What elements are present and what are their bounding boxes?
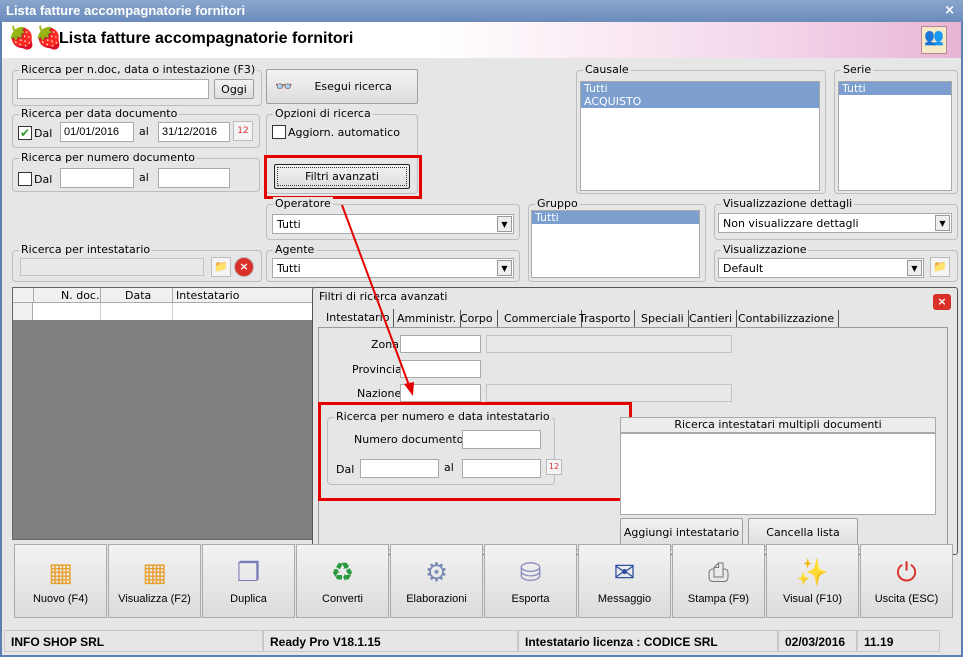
status-license: Intestatario licenza : CODICE SRL <box>518 630 778 652</box>
status-version: Ready Pro V18.1.15 <box>263 630 518 652</box>
printer-icon: ⎙ <box>708 558 729 588</box>
toolbar-button-uscita-esc[interactable]: ⏻ Uscita (ESC) <box>860 544 953 618</box>
toolbar-button-elaborazioni[interactable]: ⚙ Elaborazioni <box>390 544 483 618</box>
toolbar-button-converti[interactable]: ♻ Converti <box>296 544 389 618</box>
grid-check-icon: ▦ <box>142 558 167 588</box>
status-company: INFO SHOP SRL <box>4 630 263 652</box>
toolbar-button-messaggio[interactable]: ✉ Messaggio <box>578 544 671 618</box>
status-time: 11.19 <box>857 630 940 652</box>
toolbar-button-stampa-f9[interactable]: ⎙ Stampa (F9) <box>672 544 765 618</box>
toolbar-button-visualizza-f2[interactable]: ▦ Visualizza (F2) <box>108 544 201 618</box>
duplicate-icon: ❐ <box>236 558 261 588</box>
mail-icon: ✉ <box>613 558 636 588</box>
grid-add-icon: ▦ <box>48 558 73 588</box>
power-icon: ⏻ <box>896 558 917 588</box>
toolbar-button-label: Stampa (F9) <box>687 593 750 605</box>
gear-document-icon: ⚙ <box>424 558 449 588</box>
toolbar-button-label: Duplica <box>230 593 267 605</box>
database-export-icon: ⛁ <box>519 558 542 588</box>
toolbar-button-visual-f10[interactable]: ✨ Visual (F10) <box>766 544 859 618</box>
magic-wand-icon: ✨ <box>796 558 829 588</box>
toolbar-button-label: Elaborazioni <box>406 593 467 605</box>
toolbar-button-label: Messaggio <box>597 593 652 605</box>
toolbar-button-esporta[interactable]: ⛁ Esporta <box>484 544 577 618</box>
toolbar-button-label: Converti <box>322 593 363 605</box>
toolbar-button-label: Visual (F10) <box>782 593 843 605</box>
toolbar-button-label: Esporta <box>511 593 550 605</box>
toolbar-button-nuovo-f4[interactable]: ▦ Nuovo (F4) <box>14 544 107 618</box>
toolbar-button-label: Nuovo (F4) <box>32 593 89 605</box>
toolbar-button-label: Uscita (ESC) <box>874 593 939 605</box>
toolbar-button-label: Visualizza (F2) <box>118 593 191 605</box>
convert-icon: ♻ <box>330 558 355 588</box>
status-date: 02/03/2016 <box>778 630 857 652</box>
toolbar-button-duplica[interactable]: ❐ Duplica <box>202 544 295 618</box>
